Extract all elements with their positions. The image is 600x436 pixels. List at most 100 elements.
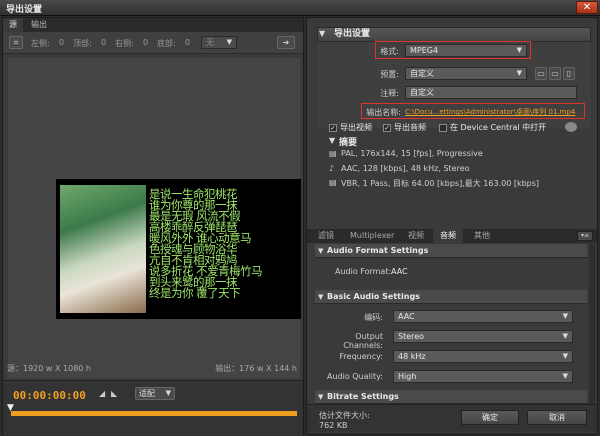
bitrate-header[interactable]: Bitrate Settings [315, 390, 587, 404]
summary-audio: AAC, 128 [kbps], 48 kHz, Stereo [341, 164, 470, 173]
output-name-link[interactable]: C:\Docu...ettings\Administrator\桌面\序列 01… [405, 107, 581, 117]
device-central-icon[interactable] [565, 122, 577, 132]
tab-audio[interactable]: 音频 [433, 229, 463, 243]
device-central-label: 在 Device Central 中打开 [450, 123, 547, 132]
codec-select[interactable]: AAC ▼ [393, 310, 573, 323]
summary-video: PAL, 176x144, 15 [fps], Progressive [341, 149, 483, 158]
ok-button[interactable]: 确定 [461, 410, 519, 425]
crop-icon[interactable]: ⌗ [9, 36, 23, 49]
tab-output[interactable]: 输出 [25, 18, 53, 32]
output-name-label: 输出名称: [366, 108, 401, 117]
save-preset-icon[interactable]: ▭ [535, 67, 547, 80]
output-dimensions: 输出：176 w X 144 h [215, 364, 297, 373]
bitrate-toggle-icon[interactable]: ▼ [318, 393, 323, 401]
video-summary-icon: ▤ [329, 149, 337, 158]
fit-select[interactable]: 适配 ▼ [135, 387, 175, 400]
preview-panel: 源 输出 ⌗ 左侧: 0 顶部: 0 右侧: 0 底部: 0 无 ▼ ➜ 是说一生… [2, 17, 304, 436]
tab-filters[interactable]: 滤镜 [311, 229, 341, 243]
comment-field[interactable]: 自定义 [405, 86, 577, 99]
quality-label: Audio Quality: [327, 372, 383, 381]
audio-format-label: Audio Format: [335, 267, 392, 276]
bitrate-title: Bitrate Settings [327, 392, 399, 401]
window-title: 导出设置 [6, 5, 43, 15]
codec-label: 编码: [364, 313, 383, 322]
basic-audio-title: Basic Audio Settings [327, 292, 420, 301]
export-settings-header[interactable]: 导出设置 [317, 27, 591, 42]
crop-right-label: 右侧: [115, 39, 134, 48]
basic-audio-toggle-icon[interactable]: ▼ [318, 293, 323, 301]
checkbox-audio[interactable]: ✓ [383, 123, 391, 132]
crop-bottom-value[interactable]: 0 [185, 38, 190, 47]
channels-value: Stereo [398, 332, 425, 341]
summary-title: 摘要 [339, 138, 358, 148]
frequency-value: 48 kHz [398, 352, 426, 361]
checkbox-device-central[interactable] [439, 123, 447, 132]
set-in-icon[interactable]: ◢ [99, 389, 105, 398]
frequency-select[interactable]: 48 kHz ▼ [393, 350, 573, 363]
collapse-icon[interactable]: ▼ [319, 29, 325, 38]
audio-summary-icon: ♪ [329, 164, 335, 173]
fit-value: 适配 [139, 389, 155, 398]
export-video-label: 导出视频 [340, 123, 372, 132]
preset-select[interactable]: 自定义 ▼ [405, 67, 527, 80]
export-video-checkbox[interactable]: ✓ 导出视频 [329, 122, 372, 133]
source-dimensions: 源：1920 w X 1080 h [7, 364, 91, 373]
crop-ratio-value: 无 [206, 38, 214, 47]
poem-text: 是说一生命犯桃花 谁为你尊的那一抹 最是无瑕 风流不假 高楼乖醉反弹琵琶 暖风外… [149, 188, 299, 299]
summary-toggle-icon[interactable]: ▼ [329, 136, 335, 145]
bitrate-summary-icon: ▤ [329, 178, 337, 187]
preset-label: 预置: [380, 70, 399, 79]
basic-audio-header[interactable]: Basic Audio Settings [315, 290, 587, 304]
tab-video[interactable]: 视频 [401, 229, 431, 243]
checkbox-video[interactable]: ✓ [329, 123, 337, 132]
channels-label: Output Channels: [343, 332, 383, 350]
crop-right-value[interactable]: 0 [143, 38, 148, 47]
quality-select[interactable]: High ▼ [393, 370, 573, 383]
video-frame: 是说一生命犯桃花 谁为你尊的那一抹 最是无瑕 风流不假 高楼乖醉反弹琵琶 暖风外… [56, 179, 301, 319]
crop-top-label: 顶部: [73, 39, 92, 48]
crop-top-value[interactable]: 0 [101, 38, 106, 47]
crop-bottom-label: 底部: [157, 39, 176, 48]
video-photo [60, 185, 146, 313]
crop-left-label: 左侧: [31, 39, 50, 48]
settings-panel: 导出设置 ▼ 格式: MPEG4 ▼ 预置: 自定义 ▼ ▭ ▭ ▯ 注释: 自定义… [306, 17, 598, 435]
audio-format-toggle-icon[interactable]: ▼ [318, 247, 323, 255]
tab-source[interactable]: 源 [3, 18, 23, 32]
work-area-bar[interactable] [11, 411, 297, 416]
playhead-icon[interactable]: ▼ [7, 403, 14, 413]
tab-multiplexer[interactable]: Multiplexer [343, 229, 401, 243]
export-audio-label: 导出音频 [394, 123, 426, 132]
format-select[interactable]: MPEG4 ▼ [405, 44, 527, 57]
comment-label: 注释: [380, 89, 399, 98]
timeline-bar: 00:00:00:00 ◢ ◣ 适配 ▼ ▼ [3, 380, 303, 436]
settings-scrollbar[interactable] [589, 244, 595, 404]
audio-format-title: Audio Format Settings [327, 246, 429, 255]
preset-value: 自定义 [410, 69, 434, 78]
cancel-button[interactable]: 取消 [527, 410, 587, 425]
panel-menu-icon[interactable]: ▾≡ [577, 231, 593, 241]
crop-ratio-select[interactable]: 无 ▼ [201, 36, 237, 49]
arrow-right-icon[interactable]: ➜ [277, 36, 295, 49]
channels-select[interactable]: Stereo ▼ [393, 330, 573, 343]
format-value: MPEG4 [410, 46, 439, 55]
import-preset-icon[interactable]: ▭ [549, 67, 561, 80]
device-central-checkbox[interactable]: 在 Device Central 中打开 [439, 122, 546, 133]
format-label: 格式: [380, 47, 399, 56]
close-button[interactable]: ✕ [576, 1, 598, 14]
set-out-icon[interactable]: ◣ [111, 389, 117, 398]
delete-preset-icon[interactable]: ▯ [563, 67, 575, 80]
timecode[interactable]: 00:00:00:00 [13, 389, 86, 402]
frequency-label: Frequency: [339, 352, 383, 361]
audio-settings: Audio Format Settings ▼ Audio Format: AA… [315, 244, 587, 404]
title-bar: 导出设置 ✕ [0, 0, 600, 16]
crop-toolbar: ⌗ 左侧: 0 顶部: 0 右侧: 0 底部: 0 无 ▼ ➜ [3, 32, 303, 54]
audio-format-value: AAC [391, 267, 408, 276]
audio-format-header[interactable]: Audio Format Settings [315, 244, 587, 258]
export-audio-checkbox[interactable]: ✓ 导出音频 [383, 122, 426, 133]
summary-bitrate: VBR, 1 Pass, 目标 64.00 [kbps],最大 163.00 [… [341, 179, 540, 188]
preview-area: 是说一生命犯桃花 谁为你尊的那一抹 最是无瑕 风流不假 高楼乖醉反弹琵琶 暖风外… [8, 58, 301, 378]
est-size-label: 估计文件大小: [319, 411, 370, 420]
settings-tabs: 滤镜 Multiplexer 视频 音频 其他 ▾≡ [307, 229, 597, 243]
crop-left-value[interactable]: 0 [59, 38, 64, 47]
tab-other[interactable]: 其他 [467, 229, 497, 243]
